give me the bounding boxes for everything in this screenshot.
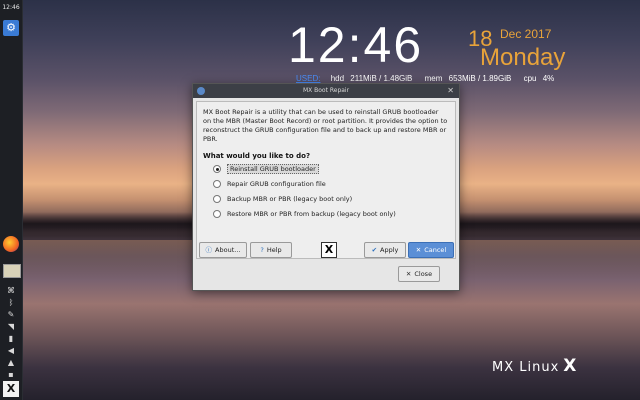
volume-icon[interactable]: ◀ <box>0 346 22 356</box>
mx-logo-icon: X <box>563 356 578 376</box>
updates-icon[interactable]: ▲ <box>0 358 22 368</box>
check-icon: ✔ <box>371 246 378 254</box>
mem-label: mem <box>424 74 443 83</box>
option-label: Repair GRUB configuration file <box>227 180 326 188</box>
hdd-value: 211MiB / 1.48GiB <box>350 74 413 83</box>
conky-weekday: Monday <box>480 44 566 71</box>
menu-button[interactable]: ⚙ <box>3 20 19 36</box>
brand-text: MX Linux <box>492 360 560 375</box>
option-backup-mbr[interactable]: Backup MBR or PBR (legacy boot only) <box>213 195 352 203</box>
cancel-icon: ✕ <box>415 246 422 254</box>
help-button[interactable]: ? Help <box>250 242 292 258</box>
description-text: MX Boot Repair is a utility that can be … <box>203 108 448 143</box>
boot-repair-window: MX Boot Repair ✕ MX Boot Repair is a uti… <box>192 83 460 291</box>
used-label: USED: <box>296 74 321 83</box>
option-reinstall-grub[interactable]: Reinstall GRUB bootloader <box>213 164 319 174</box>
left-panel: 12:46 ⚙ ⌘ ᛒ ✎ ◥ ▮ ◀ ▲ ▪ X <box>0 0 23 400</box>
radio-icon[interactable] <box>213 210 221 218</box>
radio-icon[interactable] <box>213 180 221 188</box>
apply-button[interactable]: ✔ Apply <box>364 242 406 258</box>
panel-clock[interactable]: 12:46 <box>0 4 22 11</box>
firefox-icon[interactable] <box>3 236 19 252</box>
window-titlebar[interactable]: MX Boot Repair ✕ <box>193 84 459 98</box>
question-label: What would you like to do? <box>203 152 311 160</box>
radio-checked-icon[interactable] <box>213 165 221 173</box>
hdd-label: hdd <box>330 74 345 83</box>
gear-icon: ⚙ <box>6 21 16 34</box>
power-icon[interactable]: ▪ <box>0 370 22 380</box>
help-icon: ? <box>260 246 264 254</box>
mx-logo-icon: X <box>321 242 337 258</box>
radio-icon[interactable] <box>213 195 221 203</box>
conky-clock: 12:46 <box>288 17 424 73</box>
about-button[interactable]: ⓘ About... <box>199 242 247 258</box>
mx-logo-icon[interactable]: X <box>3 381 19 397</box>
main-panel: MX Boot Repair is a utility that can be … <box>196 101 456 259</box>
mx-linux-brand: MX Linux X <box>492 356 577 376</box>
cpu-label: cpu <box>523 74 537 83</box>
clipboard-icon[interactable]: ✎ <box>0 310 22 320</box>
option-restore-mbr[interactable]: Restore MBR or PBR from backup (legacy b… <box>213 210 396 218</box>
option-repair-grub-config[interactable]: Repair GRUB configuration file <box>213 180 326 188</box>
window-close-icon[interactable]: ✕ <box>447 84 454 98</box>
wifi-icon[interactable]: ◥ <box>0 322 22 332</box>
bluetooth-icon[interactable]: ᛒ <box>0 298 22 308</box>
close-icon: ✕ <box>405 270 412 278</box>
option-label: Restore MBR or PBR from backup (legacy b… <box>227 210 396 218</box>
info-icon: ⓘ <box>205 246 213 254</box>
battery-icon[interactable]: ▮ <box>0 334 22 344</box>
app-icon <box>197 87 205 95</box>
conky-stats: USED: hdd 211MiB / 1.48GiB mem 653MiB / … <box>296 74 554 83</box>
network-icon[interactable]: ⌘ <box>0 286 22 296</box>
close-button[interactable]: ✕ Close <box>398 266 440 282</box>
window-title: MX Boot Repair <box>302 87 350 94</box>
option-label: Backup MBR or PBR (legacy boot only) <box>227 195 353 203</box>
option-label: Reinstall GRUB bootloader <box>227 164 319 174</box>
conky-month-year: Dec 2017 <box>500 27 552 41</box>
cpu-value: 4% <box>542 74 555 83</box>
cancel-button[interactable]: ✕ Cancel <box>408 242 454 258</box>
taskbar-window-button[interactable] <box>3 264 21 278</box>
mem-value: 653MiB / 1.89GiB <box>448 74 512 83</box>
